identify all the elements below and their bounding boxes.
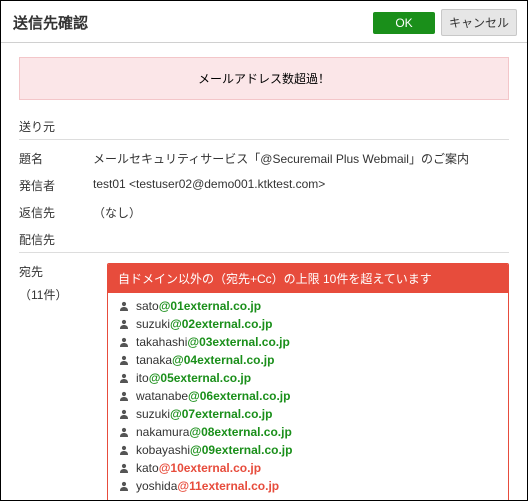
recipient-domain: 05external.co.jp (160, 371, 251, 385)
recipient-local: takahashi (136, 335, 187, 349)
recipient-at: @ (187, 335, 199, 349)
confirm-recipients-dialog: 送信先確認 OK キャンセル メールアドレス数超過！ 送り元 題名 メールセキュ… (0, 0, 528, 501)
recipient-local: yoshida (136, 479, 177, 493)
recipient-at: @ (159, 299, 171, 313)
recipient-local: ito (136, 371, 149, 385)
recipient-local: watanabe (136, 389, 188, 403)
recipient-list: sato@01external.co.jpsuzuki@02external.c… (108, 293, 508, 500)
recipient-local: nakamura (136, 425, 189, 439)
recipient-domain: 08external.co.jp (201, 425, 292, 439)
recipient-row: kato@10external.co.jp (118, 459, 498, 477)
row-from: 発信者 test01 <testuser02@demo001.ktktest.c… (19, 177, 509, 194)
recipient-row: suzuki@07external.co.jp (118, 405, 498, 423)
recipient-at: @ (159, 461, 171, 475)
dialog-title: 送信先確認 (13, 12, 373, 33)
person-icon (118, 480, 130, 492)
person-icon (118, 336, 130, 348)
section-distribution-heading: 配信先 (19, 231, 509, 253)
person-icon (118, 354, 130, 366)
recipient-local: kato (136, 461, 159, 475)
distribution-left: 宛先 （11件） (19, 263, 107, 500)
recipient-row: takahashi@03external.co.jp (118, 333, 498, 351)
row-replyto: 返信先 （なし） (19, 204, 509, 221)
recipient-domain: 11external.co.jp (189, 479, 279, 493)
recipient-row: watanabe@06external.co.jp (118, 387, 498, 405)
to-label: 宛先 (19, 263, 107, 280)
person-icon (118, 390, 130, 402)
distribution-area: 宛先 （11件） 自ドメイン以外の（宛先+Cc）の上限 10件を超えています s… (19, 263, 509, 500)
subject-label: 題名 (19, 150, 93, 167)
recipient-row: yoshida@11external.co.jp (118, 477, 498, 495)
replyto-value: （なし） (93, 204, 509, 221)
person-icon (118, 300, 130, 312)
recipient-domain: 10external.co.jp (170, 461, 261, 475)
recipient-at: @ (172, 353, 184, 367)
dialog-body: メールアドレス数超過！ 送り元 題名 メールセキュリティサービス「@Secure… (1, 43, 527, 500)
recipient-at: @ (170, 407, 182, 421)
person-icon (118, 444, 130, 456)
recipient-local: tanaka (136, 353, 172, 367)
recipient-box: 自ドメイン以外の（宛先+Cc）の上限 10件を超えています sato@01ext… (107, 263, 509, 500)
person-icon (118, 426, 130, 438)
recipient-at: @ (188, 389, 200, 403)
recipient-domain: 06external.co.jp (200, 389, 291, 403)
from-value: test01 <testuser02@demo001.ktktest.com> (93, 177, 509, 194)
person-icon (118, 408, 130, 420)
recipient-row: ito@05external.co.jp (118, 369, 498, 387)
recipient-domain: 02external.co.jp (182, 317, 273, 331)
titlebar: 送信先確認 OK キャンセル (1, 1, 527, 43)
recipient-at: @ (189, 425, 201, 439)
recipient-at: @ (177, 479, 189, 493)
recipient-row: kobayashi@09external.co.jp (118, 441, 498, 459)
ok-button[interactable]: OK (373, 12, 435, 34)
recipient-local: kobayashi (136, 443, 190, 457)
recipient-row: suzuki@02external.co.jp (118, 315, 498, 333)
recipient-at: @ (149, 371, 161, 385)
recipient-local: sato (136, 299, 159, 313)
recipient-domain: 01external.co.jp (170, 299, 261, 313)
section-sender-heading: 送り元 (19, 118, 509, 140)
subject-value: メールセキュリティサービス「@Securemail Plus Webmail」の… (93, 150, 509, 167)
recipient-domain: 04external.co.jp (184, 353, 275, 367)
cancel-button[interactable]: キャンセル (441, 9, 517, 36)
person-icon (118, 372, 130, 384)
from-label: 発信者 (19, 177, 93, 194)
person-icon (118, 462, 130, 474)
recipient-warning: 自ドメイン以外の（宛先+Cc）の上限 10件を超えています (108, 264, 508, 293)
replyto-label: 返信先 (19, 204, 93, 221)
recipient-at: @ (190, 443, 202, 457)
recipient-row: sato@01external.co.jp (118, 297, 498, 315)
recipient-local: suzuki (136, 407, 170, 421)
recipient-row: tanaka@04external.co.jp (118, 351, 498, 369)
recipient-domain: 07external.co.jp (182, 407, 273, 421)
recipient-local: suzuki (136, 317, 170, 331)
recipient-domain: 09external.co.jp (202, 443, 293, 457)
recipient-domain: 03external.co.jp (199, 335, 290, 349)
row-subject: 題名 メールセキュリティサービス「@Securemail Plus Webmai… (19, 150, 509, 167)
to-count: （11件） (19, 286, 107, 303)
recipient-row: nakamura@08external.co.jp (118, 423, 498, 441)
recipient-at: @ (170, 317, 182, 331)
alert-banner: メールアドレス数超過！ (19, 57, 509, 100)
person-icon (118, 318, 130, 330)
